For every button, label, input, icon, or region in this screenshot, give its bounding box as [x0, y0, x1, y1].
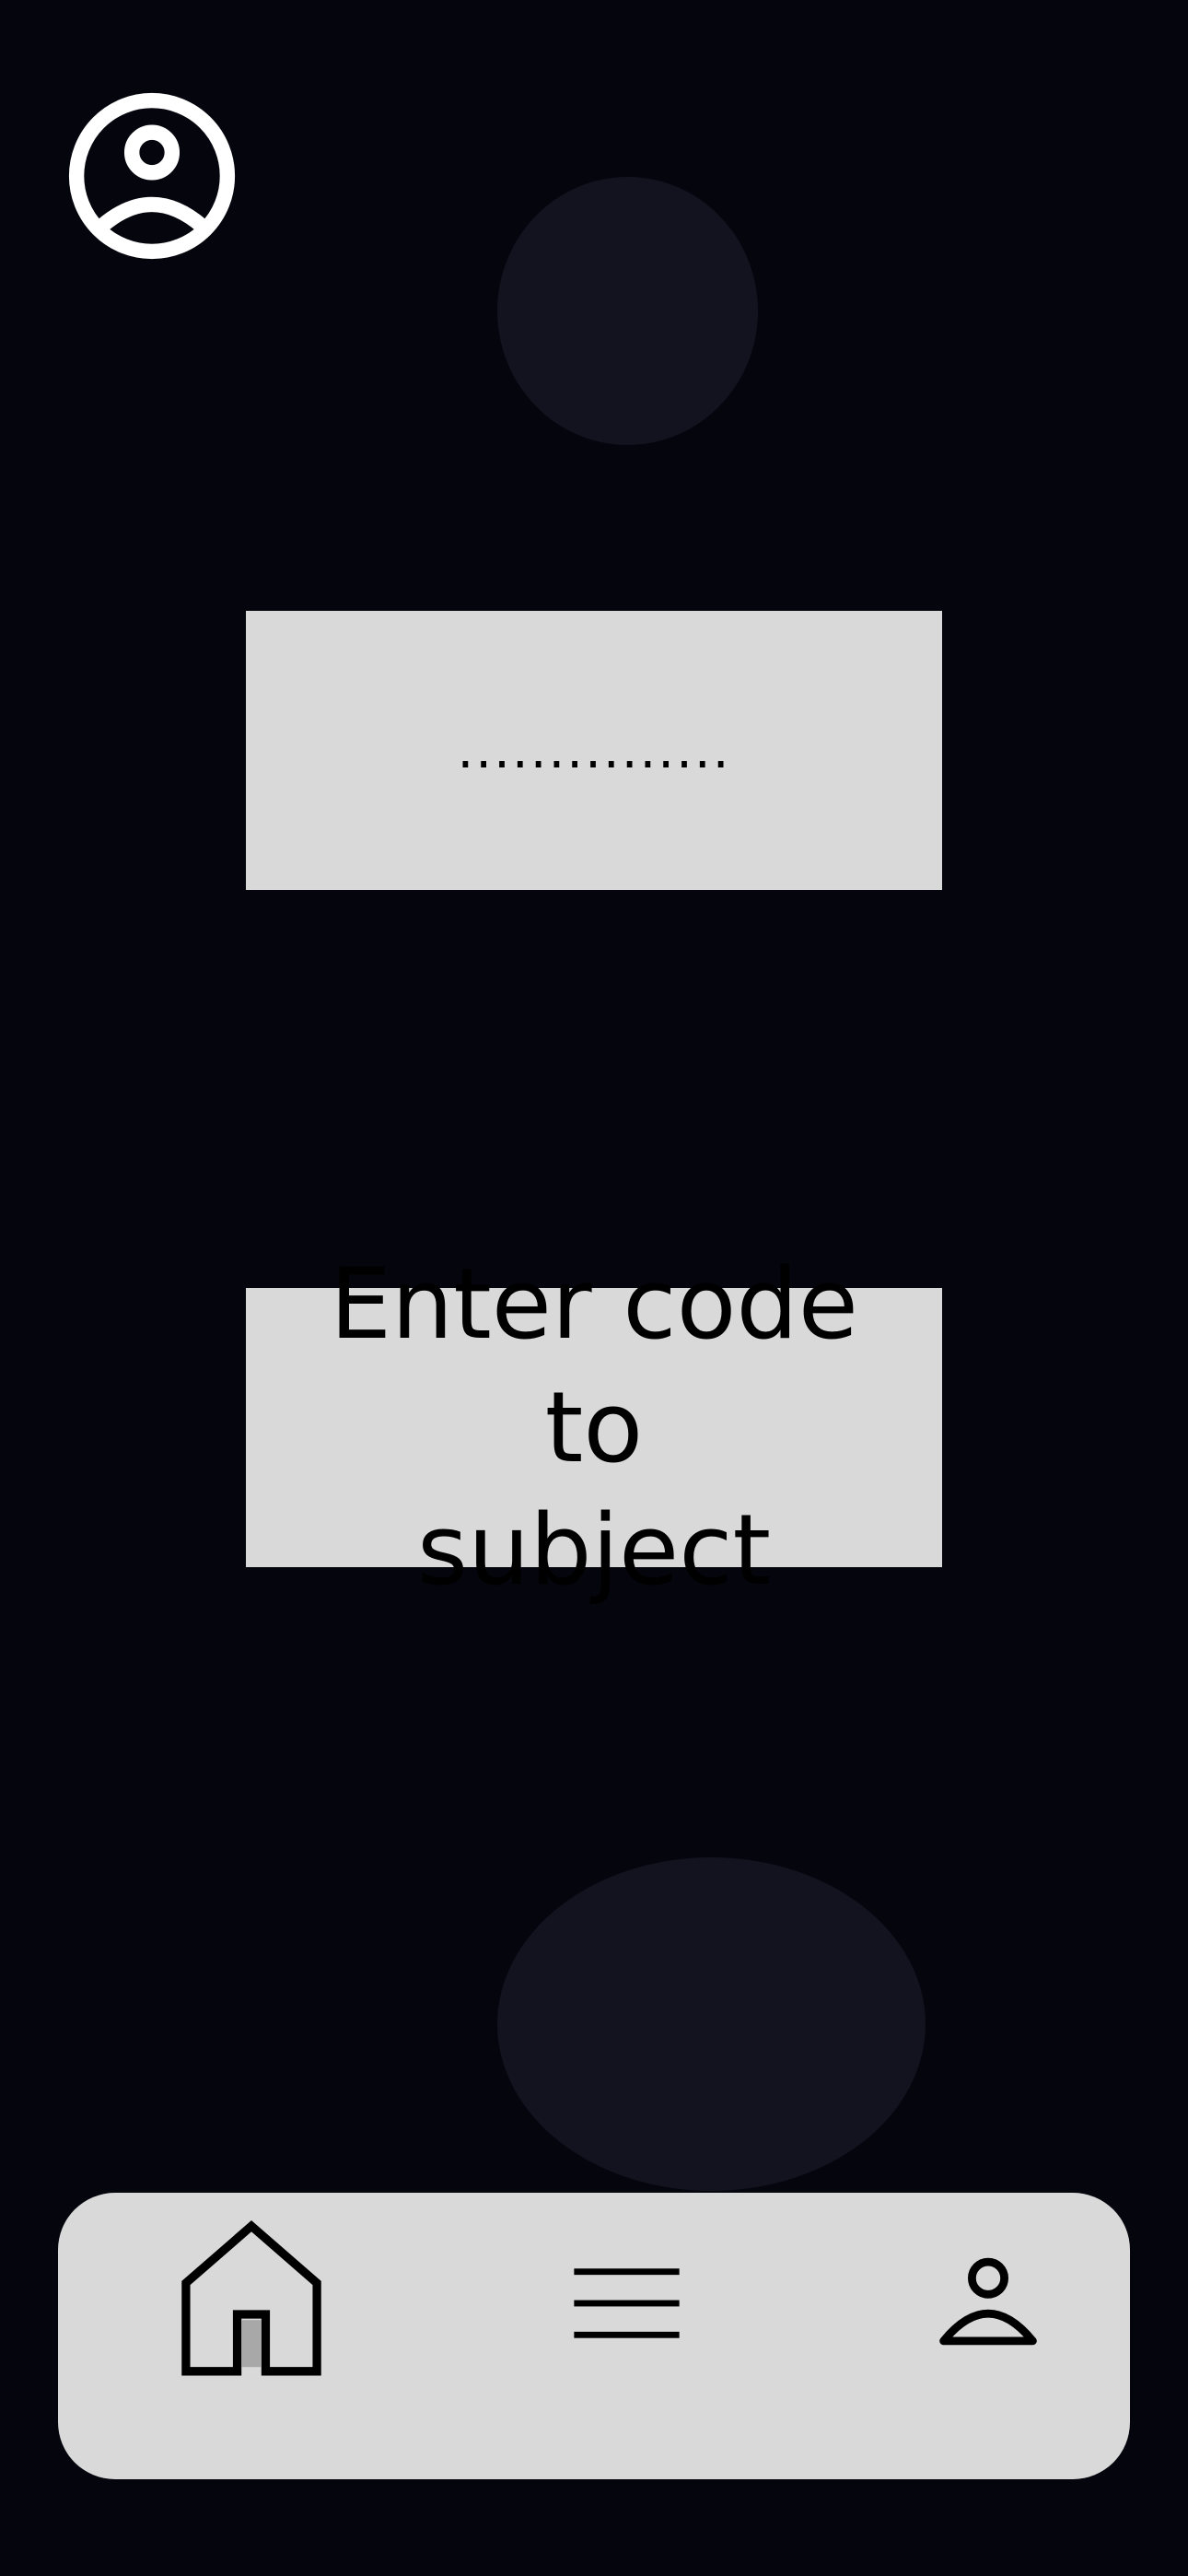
- decorative-ellipse: [497, 1857, 926, 2191]
- enter-code-button-label-line1: Enter code to: [330, 1247, 858, 1484]
- code-field[interactable]: ...............: [246, 611, 942, 890]
- home-icon[interactable]: [178, 2220, 325, 2377]
- enter-code-button[interactable]: Enter code to subject: [246, 1247, 942, 1607]
- bottom-navigation-bar: [58, 2193, 1130, 2479]
- menu-icon[interactable]: [574, 2266, 680, 2340]
- enter-code-button-label-line2: subject: [416, 1493, 772, 1608]
- account-circle-icon[interactable]: [68, 92, 236, 260]
- person-icon[interactable]: [938, 2255, 1039, 2348]
- decorative-circle: [497, 177, 758, 445]
